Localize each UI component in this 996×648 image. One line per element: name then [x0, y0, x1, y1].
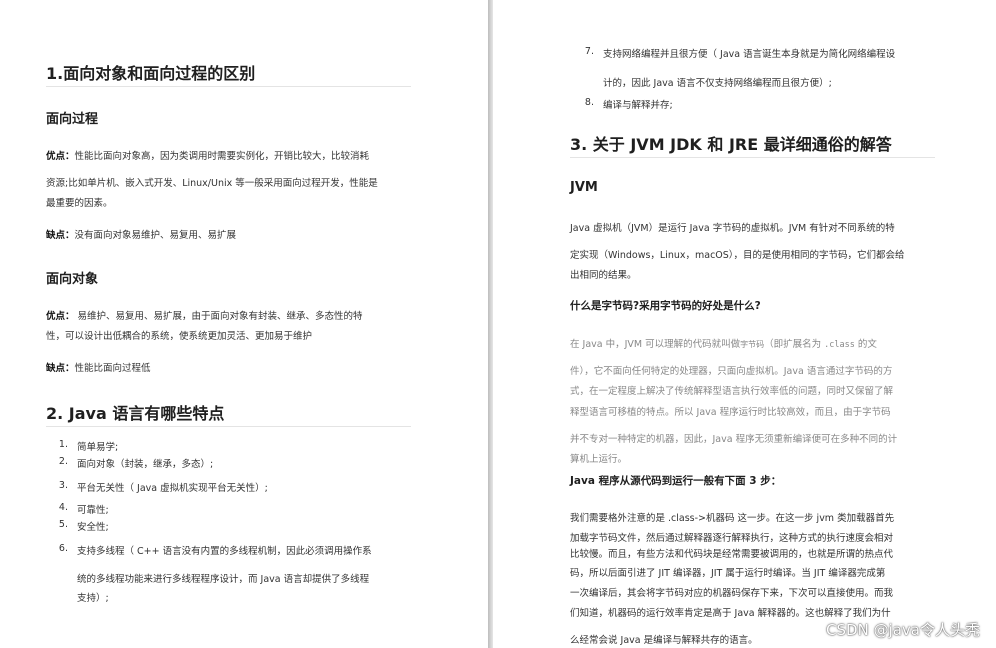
bytecode-question: 什么是字节码?采用字节码的好处是什么? — [570, 300, 761, 312]
list-item-number: 3. — [58, 480, 68, 491]
bytecode-text-line: 释型语言可移植的特点。所以 Java 程序运行时比较高效，而且，由于字节码 — [570, 407, 891, 418]
list-item-number: 7. — [584, 46, 594, 57]
list-item-number: 6. — [58, 543, 68, 554]
bytecode-text-line: 在 Java 中，JVM 可以理解的代码就叫做字节码（即扩展名为 .class … — [570, 339, 877, 350]
procedural-pros-line-3: 最重要的因素。 — [46, 198, 113, 209]
list-item: 简单易学; — [77, 442, 119, 453]
list-item-number: 5. — [58, 519, 68, 530]
jvm-text-line: 出相同的结果。 — [570, 270, 637, 281]
oop-pros-line-1: 优点： 易维护、易复用、易扩展，由于面向对象有封装、继承、多态性的特 — [46, 311, 363, 322]
oop-cons: 缺点：性能比面向过程低 — [46, 363, 151, 374]
list-item-number: 4. — [58, 502, 68, 513]
list-item: 面向对象（封装，继承，多态）; — [77, 459, 214, 470]
list-item-number: 2. — [58, 456, 68, 467]
section-1-title: 1.面向对象和面向过程的区别 — [46, 64, 256, 83]
procedural-heading: 面向过程 — [46, 112, 99, 127]
list-item: 支持网络编程并且很方便（ Java 语言诞生本身就是为简化网络编程设 — [603, 49, 896, 60]
document-page-right: 7. 支持网络编程并且很方便（ Java 语言诞生本身就是为简化网络编程设 计的… — [493, 0, 996, 648]
run-text-line: 码，所以后面引进了 JIT 编译器，JIT 属于运行时编译。当 JIT 编译器完… — [570, 568, 886, 579]
procedural-pros-line-1: 优点：性能比面向对象高，因为类调用时需要实例化，开销比较大，比较消耗 — [46, 151, 370, 162]
list-item: 可靠性; — [77, 505, 109, 516]
procedural-cons: 缺点：没有面向对象易维护、易复用、易扩展 — [46, 230, 237, 241]
jvm-heading: JVM — [570, 180, 598, 195]
list-item: 编译与解释并存; — [603, 100, 673, 111]
bytecode-text-line: 件），它不面向任何特定的处理器，只面向虚拟机。Java 语言通过字节码的方 — [570, 366, 893, 377]
list-item-number: 1. — [58, 439, 68, 450]
list-item: 支持多线程（ C++ 语言没有内置的多线程机制，因此必须调用操作系 — [77, 546, 372, 557]
bytecode-text-line: 算机上运行。 — [570, 454, 628, 465]
list-item: 安全性; — [77, 522, 109, 533]
list-item-continuation: 计的，因此 Java 语言不仅支持网络编程而且很方便）; — [603, 78, 832, 89]
bytecode-text-line: 式，在一定程度上解决了传统解释型语言执行效率低的问题，同时又保留了解 — [570, 386, 894, 397]
run-text-line: 我们需要格外注意的是 .class->机器码 这一步。在这一步 jvm 类加载器… — [570, 513, 895, 524]
oop-pros-line-2: 性，可以设计出低耦合的系统，使系统更加灵活、更加易于维护 — [46, 331, 313, 342]
run-steps-heading: Java 程序从源代码到运行一般有下面 3 步： — [570, 475, 782, 487]
section-1-rule — [46, 86, 411, 87]
list-item: 平台无关性（ Java 虚拟机实现平台无关性）; — [77, 483, 268, 494]
run-text-line: 们知道，机器码的运行效率肯定是高于 Java 解释器的。这也解释了我们为什 — [570, 608, 891, 619]
section-2-title: 2. Java 语言有哪些特点 — [46, 404, 225, 423]
run-text-line: 比较慢。而且，有些方法和代码块是经常需要被调用的，也就是所谓的热点代 — [570, 549, 894, 560]
procedural-pros-line-2: 资源;比如单片机、嵌入式开发、Linux/Unix 等一般采用面向过程开发，性能… — [46, 178, 378, 189]
section-3-title: 3. 关于 JVM JDK 和 JRE 最详细通俗的解答 — [570, 135, 892, 154]
bytecode-text-line: 并不专对一种特定的机器，因此，Java 程序无须重新编译便可在多种不同的计 — [570, 434, 898, 445]
jvm-text-line: 定实现（Windows，Linux，macOS），目的是使用相同的字节码，它们都… — [570, 250, 905, 261]
list-item-continuation: 统的多线程功能来进行多线程程序设计，而 Java 语言却提供了多线程 — [77, 574, 370, 585]
oop-heading: 面向对象 — [46, 272, 99, 287]
jvm-text-line: Java 虚拟机（JVM）是运行 Java 字节码的虚拟机。JVM 有针对不同系… — [570, 223, 895, 234]
list-item-number: 8. — [584, 97, 594, 108]
run-text-line: 么经常会说 Java 是编译与解释共存的语言。 — [570, 635, 758, 646]
csdn-watermark: CSDN @java令人头秃 — [826, 621, 980, 639]
list-item-continuation: 支持）; — [77, 593, 109, 604]
run-text-line: 加载字节码文件，然后通过解释器逐行解释执行，这种方式的执行速度会相对 — [570, 533, 894, 544]
section-2-rule — [46, 426, 411, 427]
document-page-left: 1.面向对象和面向过程的区别 面向过程 优点：性能比面向对象高，因为类调用时需要… — [0, 0, 488, 648]
run-text-line: 一次编译后，其会将字节码对应的机器码保存下来，下次可以直接使用。而我 — [570, 588, 894, 599]
section-3-rule — [570, 157, 935, 158]
